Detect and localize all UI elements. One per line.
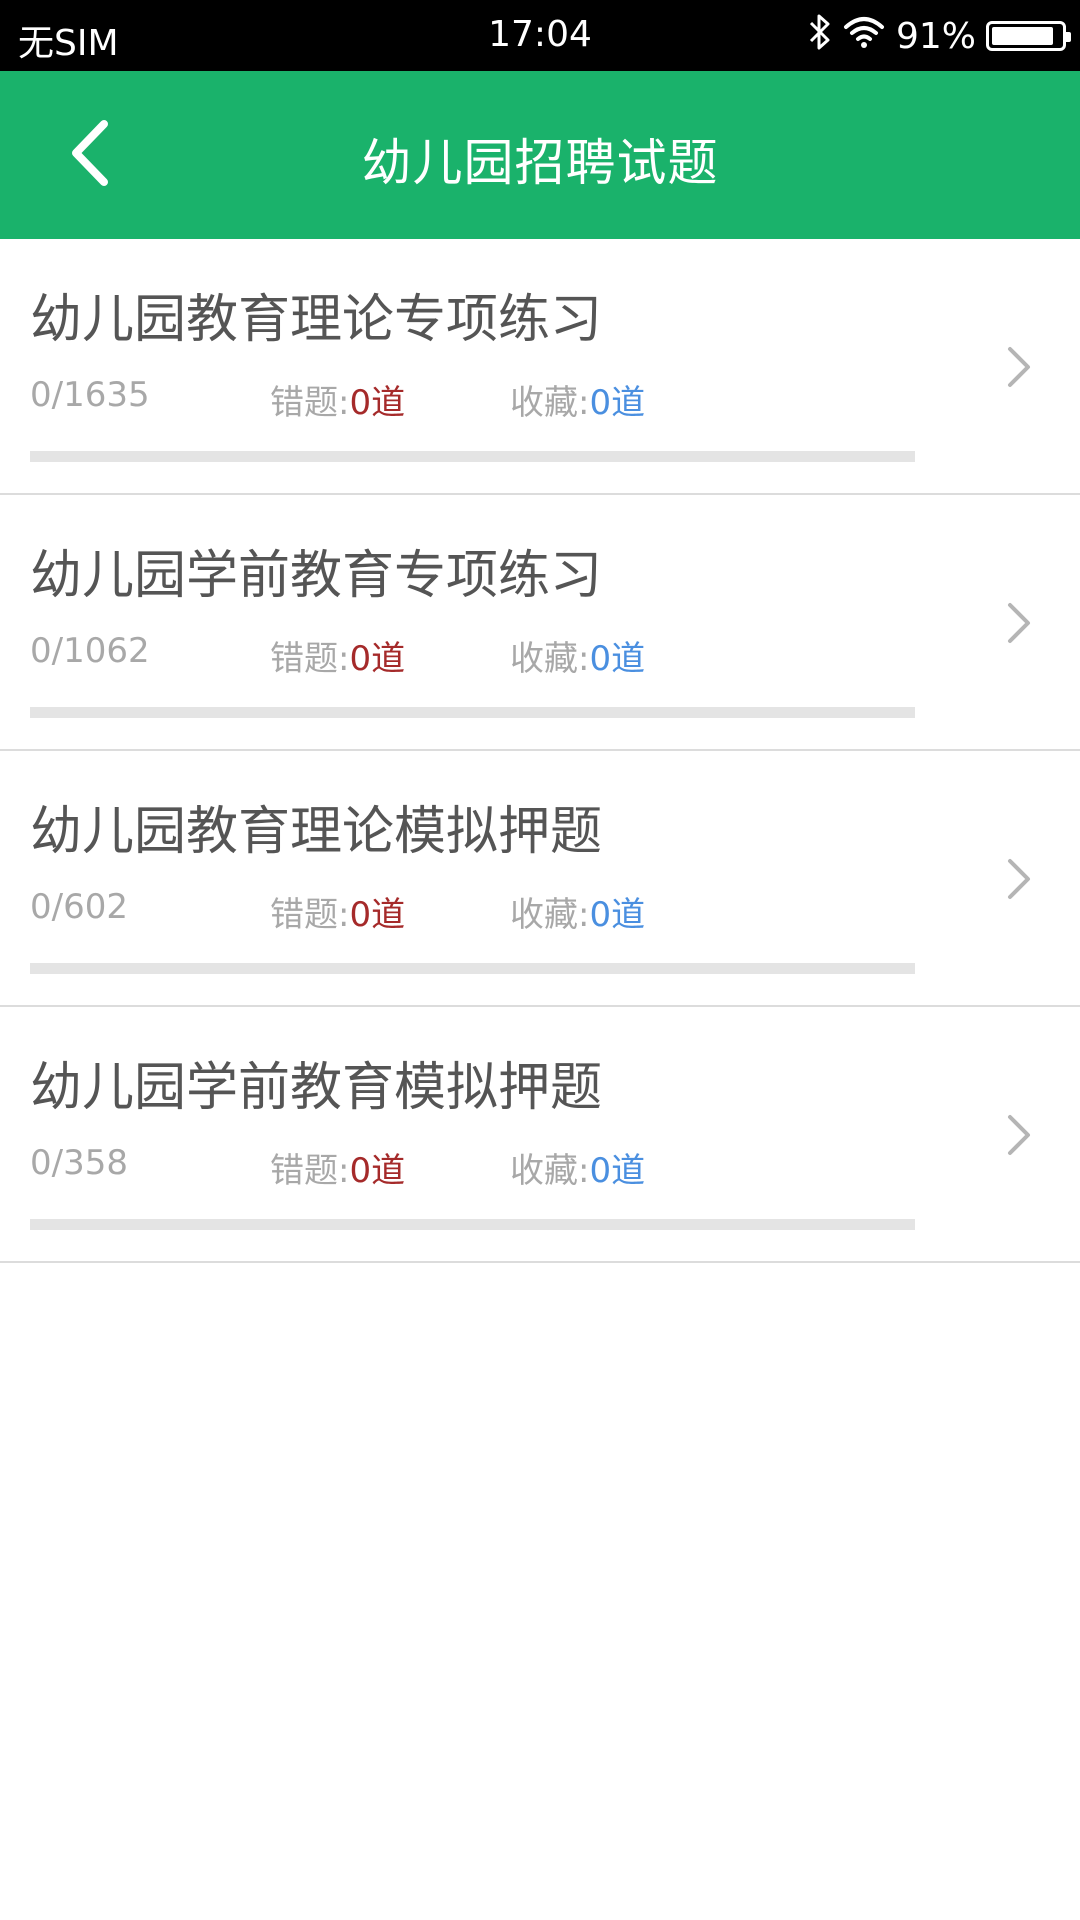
favorite-label: 收藏: xyxy=(510,1151,590,1191)
list-item-3[interactable]: 幼儿园教育理论模拟押题 0/602 错题:0道 收藏:0道 xyxy=(0,751,1080,1007)
progress-bar xyxy=(30,707,915,718)
wrong-count: 0道 xyxy=(349,383,406,423)
progress-count: 0/358 xyxy=(30,1143,128,1183)
item-title: 幼儿园教育理论模拟押题 xyxy=(30,802,603,862)
favorite-stat: 收藏:0道 xyxy=(510,1143,645,1192)
progress-count: 0/602 xyxy=(30,887,128,927)
favorite-count: 0道 xyxy=(589,895,646,935)
wrong-stat: 错题:0道 xyxy=(270,631,405,680)
wifi-icon xyxy=(842,15,886,58)
favorite-stat: 收藏:0道 xyxy=(510,631,645,680)
item-stats: 0/602 错题:0道 收藏:0道 xyxy=(30,887,930,937)
favorite-label: 收藏: xyxy=(510,895,590,935)
battery-level xyxy=(992,27,1054,45)
progress-count: 0/1635 xyxy=(30,375,150,415)
list-item-4[interactable]: 幼儿园学前教育模拟押题 0/358 错题:0道 收藏:0道 xyxy=(0,1007,1080,1263)
battery-nub xyxy=(1066,32,1071,42)
item-title: 幼儿园学前教育模拟押题 xyxy=(30,1058,603,1118)
wrong-count: 0道 xyxy=(349,639,406,679)
bluetooth-icon xyxy=(808,13,832,60)
exam-list: 幼儿园教育理论专项练习 0/1635 错题:0道 收藏:0道 幼儿园学前教育专项… xyxy=(0,239,1080,1263)
list-item-1[interactable]: 幼儿园教育理论专项练习 0/1635 错题:0道 收藏:0道 xyxy=(0,239,1080,495)
status-icons: 91% xyxy=(808,10,1071,62)
item-title: 幼儿园学前教育专项练习 xyxy=(30,546,603,606)
chevron-right-icon xyxy=(1000,851,1040,907)
chevron-right-icon xyxy=(1000,339,1040,395)
favorite-count: 0道 xyxy=(589,639,646,679)
wrong-label: 错题: xyxy=(270,639,350,679)
page-title: 幼儿园招聘试题 xyxy=(361,134,719,192)
item-stats: 0/1062 错题:0道 收藏:0道 xyxy=(30,631,930,681)
favorite-label: 收藏: xyxy=(510,639,590,679)
status-bar: 无SIM 17:04 91% xyxy=(0,0,1080,71)
wrong-count: 0道 xyxy=(349,1151,406,1191)
progress-count: 0/1062 xyxy=(30,631,150,671)
favorite-stat: 收藏:0道 xyxy=(510,887,645,936)
favorite-count: 0道 xyxy=(589,1151,646,1191)
progress-bar xyxy=(30,1219,915,1230)
wrong-label: 错题: xyxy=(270,895,350,935)
wrong-label: 错题: xyxy=(270,1151,350,1191)
item-stats: 0/358 错题:0道 收藏:0道 xyxy=(30,1143,930,1193)
item-stats: 0/1635 错题:0道 收藏:0道 xyxy=(30,375,930,425)
wrong-stat: 错题:0道 xyxy=(270,1143,405,1192)
item-title: 幼儿园教育理论专项练习 xyxy=(30,290,603,350)
wrong-label: 错题: xyxy=(270,383,350,423)
chevron-right-icon xyxy=(1000,595,1040,651)
progress-bar xyxy=(30,963,915,974)
battery-percent: 91% xyxy=(895,15,976,57)
favorite-count: 0道 xyxy=(589,383,646,423)
chevron-right-icon xyxy=(1000,1107,1040,1163)
battery-icon xyxy=(986,21,1071,51)
progress-bar xyxy=(30,451,915,462)
wrong-count: 0道 xyxy=(349,895,406,935)
wrong-stat: 错题:0道 xyxy=(270,887,405,936)
nav-header: 幼儿园招聘试题 xyxy=(0,71,1080,239)
wrong-stat: 错题:0道 xyxy=(270,375,405,424)
favorite-label: 收藏: xyxy=(510,383,590,423)
favorite-stat: 收藏:0道 xyxy=(510,375,645,424)
list-item-2[interactable]: 幼儿园学前教育专项练习 0/1062 错题:0道 收藏:0道 xyxy=(0,495,1080,751)
